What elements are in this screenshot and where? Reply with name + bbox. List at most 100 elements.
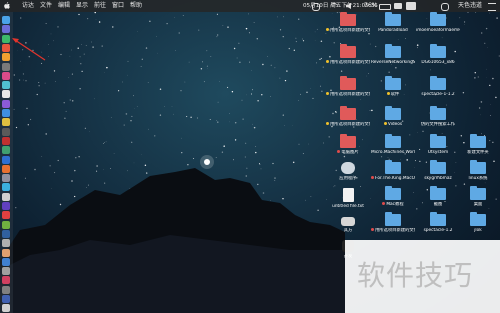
desktop-icon-label: 用所选项目新建的文件夹 5 bbox=[326, 28, 370, 33]
desktop-icon-label: 用所选项目新建的文件夹 3 bbox=[326, 92, 370, 97]
folder-icon bbox=[340, 76, 356, 90]
desktop-icon-label: spectacle-1-1.2 bbox=[416, 92, 460, 97]
folder-icon bbox=[385, 212, 401, 226]
folder-icon bbox=[430, 160, 446, 174]
desktop-icon-label-text: Pandoradload bbox=[378, 28, 408, 33]
desktop-icon[interactable]: spectacle-1.2 bbox=[416, 212, 460, 233]
tag-dot bbox=[326, 60, 329, 63]
watermark: 软件技巧 bbox=[345, 240, 500, 313]
tag-dot bbox=[386, 92, 390, 95]
desktop-icon[interactable]: 用所选项目新建的文件夹 2 bbox=[371, 212, 415, 233]
folder-icon bbox=[385, 44, 401, 58]
desktop-icon-label-text: For.The.King.MacOS...RATED bbox=[375, 176, 415, 181]
folder-icon bbox=[470, 134, 486, 148]
tag-dot bbox=[326, 122, 329, 125]
watermark-text: 软件技巧 bbox=[357, 259, 474, 292]
folder-icon bbox=[340, 12, 356, 26]
desktop-icon-label: Mac教程 bbox=[371, 202, 415, 207]
desktop-icon-label-text: 其方 bbox=[343, 228, 353, 233]
desktop-icon-label-text: 新建文件夹 bbox=[467, 150, 489, 155]
desktop-icon[interactable]: 其方 bbox=[326, 214, 370, 233]
folder-icon bbox=[430, 186, 446, 200]
folder-icon bbox=[385, 134, 401, 148]
desktop-icon-label: 应用程序 bbox=[326, 176, 370, 181]
cloud-icon bbox=[341, 162, 355, 174]
desktop-icon-label-text: ReverseNetworkingServer_1.2.0 bbox=[371, 60, 415, 65]
desktop-icon[interactable]: Micro.Machines.Worl...RATED bbox=[371, 134, 415, 155]
desktop-icon-label: Utsystem bbox=[416, 150, 460, 155]
desktop-icon-label-text: 用所选项目新建的文件夹 6 bbox=[330, 60, 370, 65]
disk-icon bbox=[341, 217, 355, 226]
desktop-icon-label-text: 用所选项目新建的文件夹 4 bbox=[330, 122, 370, 127]
desktop-icon-label: 新建文件夹 bbox=[456, 150, 500, 155]
desktop-icon[interactable]: ReverseNetworkingServer_1.2.0 bbox=[371, 44, 415, 65]
desktop-icon-label: For.The.King.MacOS...RATED bbox=[371, 176, 415, 181]
desktop-icon-label: ReverseNetworkingServer_1.2.0 bbox=[371, 60, 415, 65]
desktop-icon[interactable]: 用所选项目新建的文件夹 3 bbox=[326, 76, 370, 97]
desktop-icon-label-text: DG610653_x86 bbox=[421, 60, 455, 65]
desktop-icon-label-text: 应用程序 bbox=[339, 176, 357, 181]
desktop-icon-label: Micro.Machines.Worl...RATED bbox=[371, 150, 415, 155]
desktop-icon[interactable]: 用所选项目新建的文件夹 4 bbox=[326, 106, 370, 127]
desktop-icon[interactable]: skygrmbmaz bbox=[416, 160, 460, 181]
desktop-icon-label: 用所选项目新建的文件夹 2 bbox=[371, 228, 415, 233]
desktop-icon-label: 桌面 bbox=[456, 202, 500, 207]
folder-icon bbox=[430, 134, 446, 148]
desktop-icon[interactable]: 电脑图片 bbox=[326, 134, 370, 155]
desktop-icon[interactable]: Mac教程 bbox=[371, 186, 415, 207]
desktop-icon-label-text: jlok bbox=[474, 228, 482, 233]
desktop-icon[interactable]: DG610653_x86 bbox=[416, 44, 460, 65]
desktop-icon-label-text: spectacle-1.2 bbox=[423, 228, 453, 233]
desktop-icon[interactable]: 截图 bbox=[416, 186, 460, 207]
desktop-icon-label-text: skygrmbmaz bbox=[424, 176, 452, 181]
desktop-icon[interactable]: 应用程序 bbox=[326, 162, 370, 181]
desktop-icon[interactable]: For.The.King.MacOS...RATED bbox=[371, 160, 415, 181]
desktop-icon-label: 仿的文件搜索工作 bbox=[416, 122, 460, 127]
desktop-icon[interactable]: linux系统 bbox=[456, 160, 500, 181]
desktop-icon-label-text: 截图 bbox=[433, 202, 443, 207]
desktop-icon-label: 电脑图片 bbox=[326, 150, 370, 155]
desktop-icon[interactable]: 软件 bbox=[371, 76, 415, 97]
desktop-icon-label: 软件 bbox=[371, 92, 415, 97]
folder-icon bbox=[470, 212, 486, 226]
desktop-icon-label-text: spectacle-1-1.2 bbox=[421, 92, 455, 97]
desktop-icon-label: skygrmbmaz bbox=[416, 176, 460, 181]
desktop-icon[interactable]: Utsystem bbox=[416, 134, 460, 155]
desktop-icon[interactable]: jlok bbox=[456, 212, 500, 233]
desktop-icon-label-text: linux系统 bbox=[468, 176, 488, 181]
desktop-icon-label-text: Mac教程 bbox=[386, 202, 404, 207]
desktop-icon[interactable]: Pandoradload bbox=[371, 12, 415, 33]
tag-dot bbox=[383, 122, 387, 125]
desktop-icon-label-text: untitled file.txt bbox=[332, 204, 364, 209]
folder-icon bbox=[430, 44, 446, 58]
desktop-icon-label: 其方 bbox=[326, 228, 370, 233]
desktop-icon[interactable]: untitled file.txt bbox=[326, 188, 370, 209]
desktop-icon-label-text: 电脑图片 bbox=[341, 150, 359, 155]
desktop-icon[interactable]: 用所选项目新建的文件夹 6 bbox=[326, 44, 370, 65]
tag-dot bbox=[371, 228, 374, 231]
text-file-icon bbox=[342, 188, 354, 202]
desktop-icon-label: 用所选项目新建的文件夹 4 bbox=[326, 122, 370, 127]
folder-icon bbox=[385, 12, 401, 26]
folder-icon bbox=[340, 106, 356, 120]
desktop-icon[interactable]: 仿的文件搜索工作 bbox=[416, 106, 460, 127]
desktop-icon[interactable]: spectacle-1-1.2 bbox=[416, 76, 460, 97]
desktop-icon-label: 截图 bbox=[416, 202, 460, 207]
desktop-icon-label-text: 用所选项目新建的文件夹 3 bbox=[330, 92, 370, 97]
desktop-icon[interactable]: 用所选项目新建的文件夹 5 bbox=[326, 12, 370, 33]
desktop-icon[interactable]: Videos bbox=[371, 106, 415, 127]
desktop-icon-label: jlok bbox=[456, 228, 500, 233]
folder-icon bbox=[385, 106, 401, 120]
desktop-icon-label: untitled file.txt bbox=[326, 204, 370, 209]
desktop-icon[interactable]: 桌面 bbox=[456, 186, 500, 207]
tag-dot bbox=[382, 202, 386, 205]
desktop-icon-label-text: 用所选项目新建的文件夹 2 bbox=[375, 228, 415, 233]
desktop-icon-label: 用所选项目新建的文件夹 6 bbox=[326, 60, 370, 65]
folder-icon bbox=[385, 76, 401, 90]
desktop-icon[interactable]: imoemoeaformaemHR_x64 bbox=[416, 12, 460, 33]
desktop-icon-label: Pandoradload bbox=[371, 28, 415, 33]
folder-icon bbox=[430, 12, 446, 26]
tag-dot bbox=[326, 92, 329, 95]
tag-dot bbox=[337, 150, 341, 153]
desktop-icon[interactable]: 新建文件夹 bbox=[456, 134, 500, 155]
